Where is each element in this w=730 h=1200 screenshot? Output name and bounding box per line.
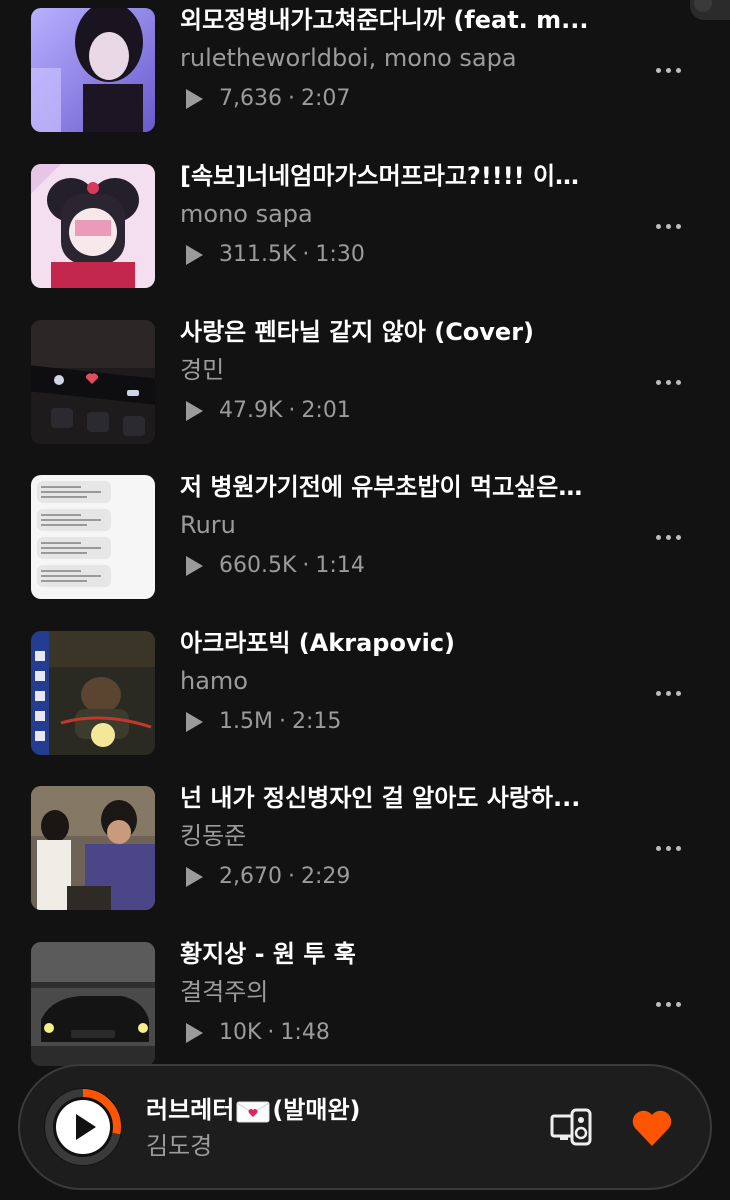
- track-stats: 2,670 · 2:29: [186, 860, 350, 894]
- plays-icon: [186, 1023, 203, 1043]
- track-artist[interactable]: ruletheworldboi, mono sapa: [180, 41, 610, 75]
- track-title: 사랑은 펜타닐 같지 않아 (Cover): [180, 318, 535, 346]
- track-stats: 311.5K · 1:30: [186, 238, 365, 272]
- track-stats: 10K · 1:48: [186, 1016, 330, 1050]
- play-count: 311.5K: [219, 242, 297, 267]
- duration: 2:01: [301, 398, 351, 423]
- more-dots-icon[interactable]: [650, 519, 686, 555]
- now-playing-title[interactable]: 러브레터 (발매완): [146, 1094, 361, 1126]
- track-row[interactable]: 사랑은 펜타닐 같지 않아 (Cover) 경민 47.9K · 2:01: [0, 318, 730, 444]
- track-title: 아크라포빅 (Akrapovic): [180, 629, 456, 657]
- track-artwork[interactable]: [31, 786, 155, 910]
- play-count: 2,670: [219, 864, 282, 889]
- duration: 2:29: [300, 864, 351, 889]
- cast-device-icon[interactable]: [550, 1108, 594, 1148]
- track-artist[interactable]: mono sapa: [180, 197, 610, 231]
- duration: 1:30: [315, 242, 365, 267]
- plays-icon: [186, 556, 203, 576]
- track-artwork[interactable]: [31, 631, 155, 755]
- more-dots-icon[interactable]: [650, 52, 686, 88]
- duration: 2:07: [300, 86, 351, 111]
- track-artist[interactable]: hamo: [180, 664, 610, 698]
- track-stats: 7,636 · 2:07: [186, 82, 350, 116]
- track-stats: 47.9K · 2:01: [186, 394, 351, 428]
- play-count: 7,636: [219, 86, 282, 111]
- play-count: 47.9K: [219, 398, 283, 423]
- track-row[interactable]: 아크라포빅 (Akrapovic) hamo 1.5M · 2:15: [0, 629, 730, 755]
- love-letter-icon: [236, 1099, 270, 1123]
- play-progress-button[interactable]: [42, 1086, 124, 1168]
- duration: 1:48: [280, 1020, 330, 1045]
- duration: 1:14: [315, 553, 365, 578]
- play-count: 1.5M: [219, 709, 273, 734]
- track-row[interactable]: [속보]너네엄마가스머프라고?!!!! 이… mono sapa 311.5K ·…: [0, 162, 730, 288]
- plays-icon: [186, 89, 203, 109]
- more-dots-icon[interactable]: [650, 208, 686, 244]
- track-artwork[interactable]: [31, 942, 155, 1066]
- track-stats: 660.5K · 1:14: [186, 549, 365, 583]
- track-title: 넌 내가 정신병자인 걸 알아도 사랑하...: [180, 784, 581, 812]
- play-count: 10K: [219, 1020, 262, 1045]
- track-stats: 1.5M · 2:15: [186, 705, 341, 739]
- track-artist[interactable]: 경민: [180, 353, 610, 387]
- more-dots-icon[interactable]: [650, 986, 686, 1022]
- track-row[interactable]: 황지상 - 원 투 훅 결격주의 10K · 1:48: [0, 940, 730, 1066]
- track-artwork[interactable]: [31, 164, 155, 288]
- track-artist[interactable]: Ruru: [180, 508, 610, 542]
- more-dots-icon[interactable]: [650, 830, 686, 866]
- plays-icon: [186, 712, 203, 732]
- play-count: 660.5K: [219, 553, 297, 578]
- track-title: 저 병원가기전에 유부초밥이 먹고싶은…: [180, 473, 583, 501]
- plays-icon: [186, 867, 203, 887]
- heart-icon[interactable]: [630, 1108, 674, 1148]
- now-playing-artist[interactable]: 김도경: [146, 1130, 212, 1162]
- track-row[interactable]: 외모정병내가고쳐준다니까 (feat. m... ruletheworldboi…: [0, 6, 730, 132]
- track-title: 황지상 - 원 투 훅: [180, 940, 356, 968]
- track-title: [속보]너네엄마가스머프라고?!!!! 이…: [180, 162, 580, 190]
- plays-icon: [186, 401, 203, 421]
- now-playing-title-suffix: (발매완): [272, 1096, 361, 1124]
- track-artwork[interactable]: [31, 8, 155, 132]
- now-playing-title-text: 러브레터: [146, 1096, 235, 1124]
- track-row[interactable]: 넌 내가 정신병자인 걸 알아도 사랑하... 킹동준 2,670 · 2:29: [0, 784, 730, 910]
- track-artwork[interactable]: [31, 475, 155, 599]
- mini-player[interactable]: 러브레터 (발매완) 김도경: [18, 1064, 712, 1190]
- duration: 2:15: [291, 709, 342, 734]
- track-title: 외모정병내가고쳐준다니까 (feat. m...: [180, 6, 589, 34]
- plays-icon: [186, 245, 203, 265]
- track-artist[interactable]: 결격주의: [180, 975, 610, 1009]
- track-artwork[interactable]: [31, 320, 155, 444]
- more-dots-icon[interactable]: [650, 364, 686, 400]
- track-artist[interactable]: 킹동준: [180, 819, 610, 853]
- more-dots-icon[interactable]: [650, 675, 686, 711]
- track-row[interactable]: 저 병원가기전에 유부초밥이 먹고싶은… Ruru 660.5K · 1:14: [0, 473, 730, 599]
